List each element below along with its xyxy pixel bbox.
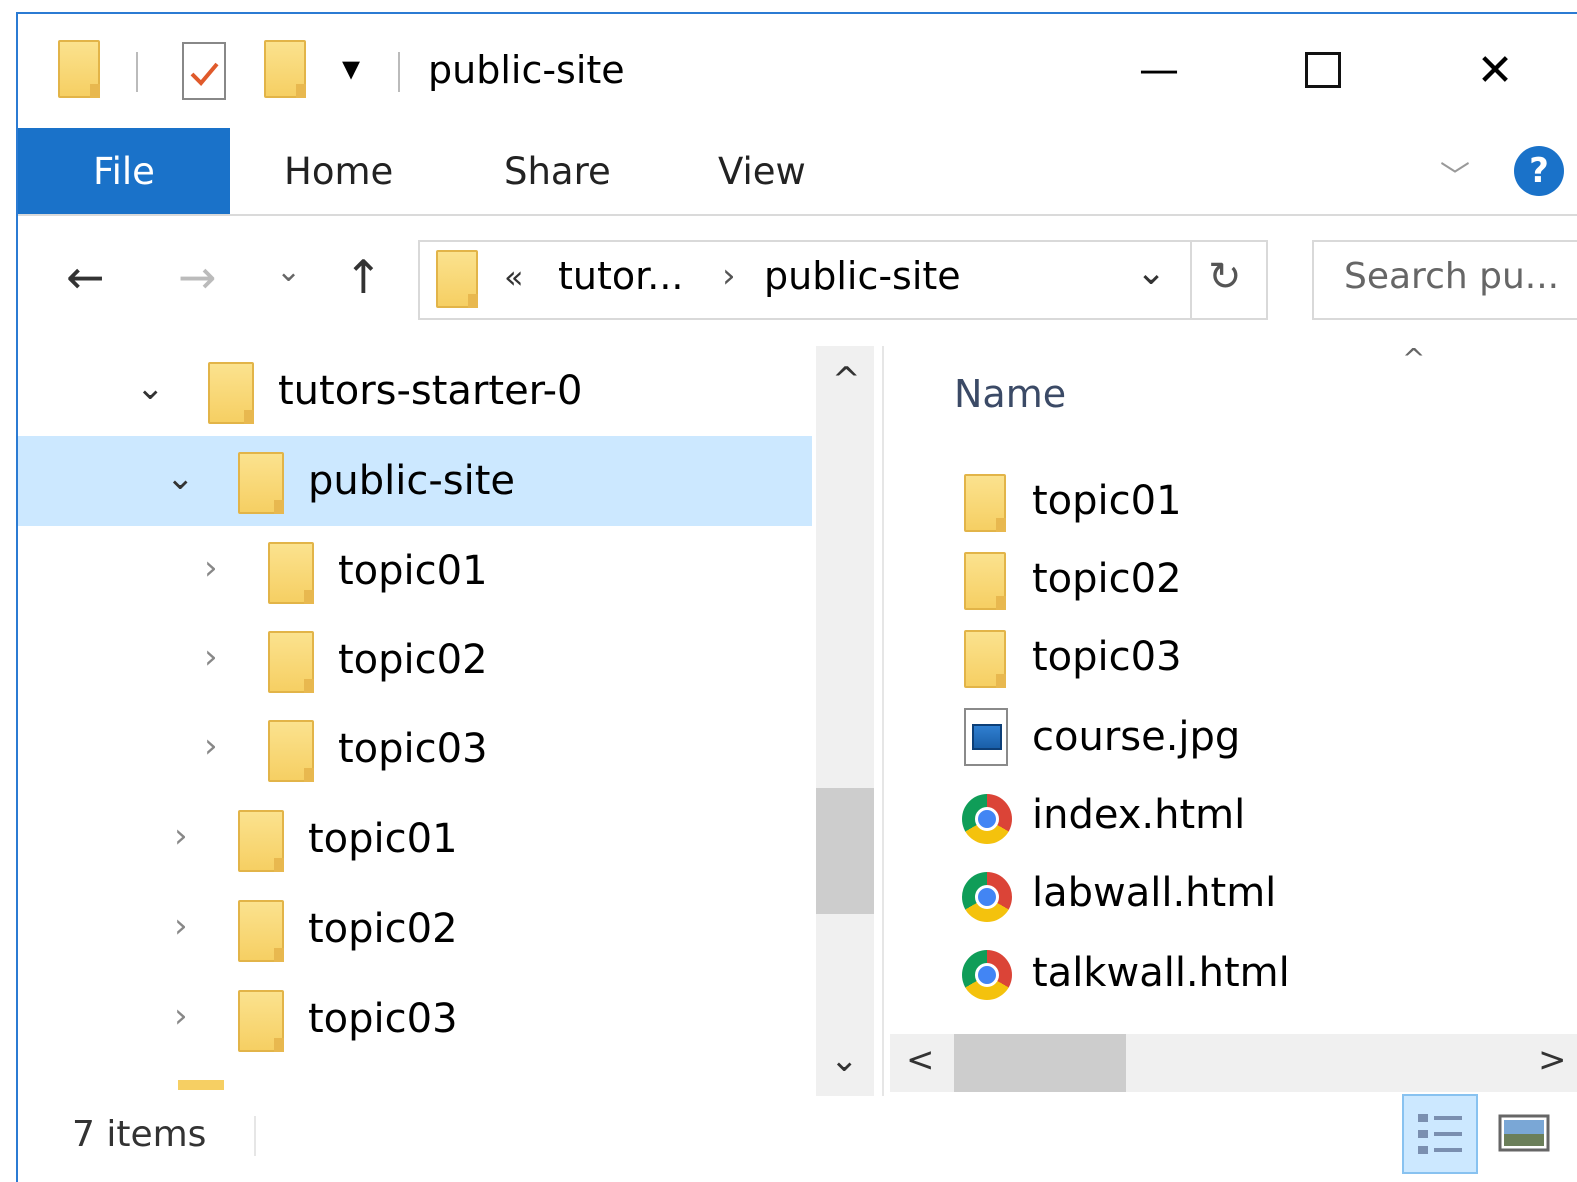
folder-icon — [238, 990, 284, 1052]
tree-item-label: topic01 — [338, 548, 488, 594]
folder-icon — [268, 720, 314, 782]
file-name: index.html — [1032, 792, 1246, 838]
folder-icon — [268, 631, 314, 693]
chevron-right-icon[interactable]: › — [174, 906, 188, 946]
status-divider — [254, 1116, 256, 1156]
tab-file[interactable]: File — [18, 128, 230, 214]
forward-button[interactable]: → — [178, 250, 217, 304]
window-title: public-site — [428, 48, 625, 92]
chrome-html-icon — [962, 872, 1012, 922]
chevron-right-icon[interactable]: › — [174, 816, 188, 856]
search-placeholder: Search pu... — [1344, 256, 1560, 297]
tree-scrollbar-thumb[interactable] — [816, 788, 874, 914]
breadcrumb-parent[interactable]: tutor... — [558, 254, 684, 298]
folder-icon — [238, 452, 284, 514]
qat-separator — [398, 52, 400, 92]
scroll-up-icon[interactable]: ^ — [832, 360, 861, 400]
maximize-button[interactable] — [1238, 14, 1408, 126]
status-bar: 7 items — [18, 1100, 1577, 1182]
address-bar[interactable]: « tutor... › public-site ⌄ ↻ — [418, 240, 1268, 320]
image-file-icon — [964, 708, 1008, 766]
minimize-icon: — — [1139, 47, 1179, 93]
recent-locations-button[interactable]: ⌄ — [276, 254, 301, 289]
chevron-down-icon[interactable]: ⌄ — [136, 368, 165, 408]
folder-icon — [964, 630, 1006, 688]
tree-item-label: topic03 — [308, 996, 458, 1042]
chrome-html-icon — [962, 794, 1012, 844]
explorer-window: ▾ public-site — ✕ File Home Share View ﹀… — [16, 12, 1577, 1182]
item-count: 7 items — [72, 1114, 207, 1155]
folder-icon — [964, 552, 1006, 610]
tree-item-label: topic01 — [308, 816, 458, 862]
tab-home[interactable]: Home — [284, 128, 393, 214]
file-list-scrollbar-thumb[interactable] — [954, 1034, 1126, 1092]
maximize-icon — [1305, 52, 1341, 88]
ribbon-divider — [18, 214, 1577, 216]
breadcrumb-overflow[interactable]: « — [504, 258, 524, 296]
new-folder-icon[interactable] — [264, 40, 306, 98]
folder-icon — [238, 810, 284, 872]
scroll-left-icon[interactable]: < — [906, 1040, 935, 1080]
chrome-html-icon — [962, 950, 1012, 1000]
folder-icon — [964, 474, 1006, 532]
tree-scrollbar[interactable] — [816, 346, 874, 1096]
file-name: labwall.html — [1032, 870, 1277, 916]
chevron-right-icon[interactable]: › — [204, 637, 218, 677]
pane-divider — [882, 346, 884, 1096]
folder-icon — [208, 362, 254, 424]
tab-share[interactable]: Share — [504, 128, 611, 214]
close-button[interactable]: ✕ — [1410, 14, 1577, 126]
address-divider — [1190, 242, 1192, 318]
large-icons-view-icon — [1498, 1114, 1550, 1152]
chevron-down-icon[interactable]: ⌄ — [166, 458, 195, 498]
tree-item-label: tutors-starter-0 — [278, 368, 583, 414]
tree-item-label: topic02 — [308, 906, 458, 952]
chevron-right-icon[interactable]: › — [174, 996, 188, 1036]
folder-icon — [436, 250, 478, 308]
properties-icon[interactable] — [182, 42, 226, 100]
back-button[interactable]: ← — [66, 250, 105, 304]
tree-item-label: topic02 — [338, 637, 488, 683]
details-view-icon — [1418, 1114, 1462, 1154]
chevron-right-icon[interactable]: › — [204, 726, 218, 766]
large-icons-view-button[interactable] — [1488, 1094, 1564, 1174]
tree-item-label: public-site — [308, 458, 516, 504]
file-name: topic02 — [1032, 556, 1182, 602]
up-button[interactable]: ↑ — [344, 250, 383, 304]
scroll-right-icon[interactable]: > — [1538, 1040, 1567, 1080]
address-dropdown-icon[interactable]: ⌄ — [1136, 252, 1166, 293]
file-name: topic03 — [1032, 634, 1182, 680]
chevron-right-icon[interactable]: › — [204, 548, 218, 588]
close-icon: ✕ — [1476, 44, 1514, 96]
column-header-name[interactable]: Name — [954, 372, 1066, 416]
sort-indicator-icon: ^ — [1402, 342, 1426, 375]
breadcrumb-current[interactable]: public-site — [764, 254, 961, 298]
minimize-button[interactable]: — — [1074, 14, 1244, 126]
refresh-icon[interactable]: ↻ — [1208, 254, 1242, 300]
folder-icon — [238, 900, 284, 962]
folder-icon — [58, 40, 100, 98]
tree-item-partial — [178, 1080, 224, 1090]
help-icon[interactable]: ? — [1514, 146, 1564, 196]
qat-separator — [136, 52, 138, 92]
file-name: course.jpg — [1032, 714, 1241, 760]
details-view-button[interactable] — [1402, 1094, 1478, 1174]
breadcrumb-separator-icon[interactable]: › — [722, 256, 736, 296]
search-input[interactable]: Search pu... — [1312, 240, 1577, 320]
folder-icon — [268, 542, 314, 604]
help-glyph: ? — [1529, 151, 1549, 191]
tree-item-label: topic03 — [338, 726, 488, 772]
scroll-down-icon[interactable]: ⌄ — [830, 1040, 859, 1080]
ribbon-collapse-icon[interactable]: ﹀ — [1440, 152, 1470, 196]
tab-view[interactable]: View — [718, 128, 806, 214]
file-name: topic01 — [1032, 478, 1182, 524]
file-name: talkwall.html — [1032, 950, 1290, 996]
qat-dropdown-icon[interactable]: ▾ — [342, 48, 360, 89]
